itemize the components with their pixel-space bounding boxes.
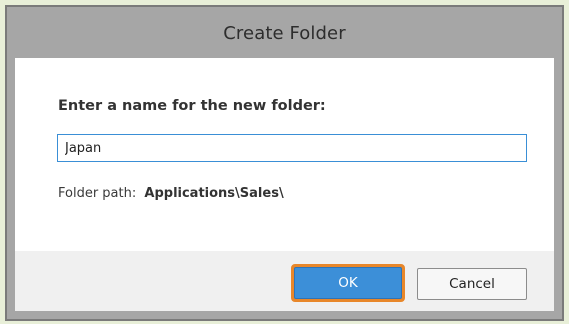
dialog-titlebar: Create Folder: [8, 8, 561, 58]
folder-name-prompt: Enter a name for the new folder:: [58, 98, 326, 114]
folder-path-value: Applications\Sales\: [144, 186, 284, 201]
cancel-button[interactable]: Cancel: [417, 268, 527, 300]
ok-button-label: OK: [294, 267, 402, 299]
dialog-title: Create Folder: [223, 22, 346, 44]
folder-path-row: Folder path: Applications\Sales\: [58, 186, 284, 201]
dialog-body: Enter a name for the new folder: Folder …: [15, 58, 554, 251]
create-folder-dialog: Create Folder Enter a name for the new f…: [5, 5, 564, 321]
folder-path-label: Folder path:: [58, 186, 137, 201]
folder-name-input[interactable]: [57, 134, 527, 162]
dialog-footer: OK Cancel: [15, 251, 554, 311]
ok-button[interactable]: OK: [291, 264, 405, 302]
